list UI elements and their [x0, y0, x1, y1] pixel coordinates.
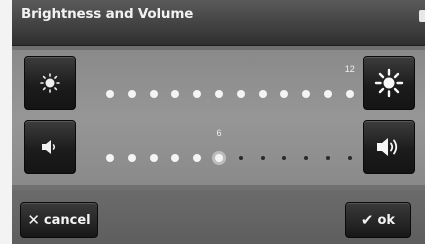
slider-step-dot[interactable] — [347, 156, 352, 160]
brightness-low-icon — [40, 73, 60, 93]
settings-panel: 12 6 — [12, 50, 425, 185]
brightness-level-label: 12 — [344, 64, 355, 74]
slider-step-dot[interactable] — [258, 90, 267, 98]
slider-step-dot[interactable] — [171, 154, 180, 162]
slider-step-dot[interactable] — [282, 156, 287, 160]
slider-step-dot[interactable] — [215, 154, 223, 162]
slider-step-dot[interactable] — [326, 156, 330, 160]
speaker-low-icon — [42, 140, 56, 154]
volume-slider[interactable]: 6 — [102, 120, 369, 174]
ok-button[interactable]: ✔ ok — [345, 202, 411, 238]
volume-level-label: 6 — [216, 128, 222, 138]
brightness-increase-button[interactable] — [363, 56, 415, 110]
slider-step-dot[interactable] — [193, 154, 202, 162]
volume-decrease-button[interactable] — [24, 120, 76, 174]
title-bar: Brightness and Volume — [12, 0, 425, 46]
ok-label: ok — [377, 212, 396, 228]
x-icon: ✕ — [27, 211, 40, 229]
corner-mark — [419, 10, 425, 22]
action-bar: ✕ cancel ✔ ok — [12, 190, 425, 244]
slider-step-dot[interactable] — [280, 90, 289, 98]
cancel-label: cancel — [43, 212, 91, 228]
cancel-button[interactable]: ✕ cancel — [20, 202, 98, 238]
slider-step-dot[interactable] — [236, 90, 245, 98]
brightness-row: 12 — [24, 56, 415, 110]
slider-step-dot[interactable] — [127, 154, 136, 162]
brightness-decrease-button[interactable] — [24, 56, 76, 110]
slider-step-dot[interactable] — [149, 154, 158, 162]
slider-step-dot[interactable] — [106, 154, 114, 162]
slider-step-dot[interactable] — [304, 156, 309, 160]
slider-step-dot[interactable] — [324, 90, 332, 98]
volume-increase-button[interactable] — [363, 120, 415, 174]
slider-step-dot[interactable] — [149, 90, 158, 98]
slider-step-dot[interactable] — [215, 90, 223, 98]
slider-step-dot[interactable] — [171, 90, 180, 98]
dialog-title: Brightness and Volume — [21, 6, 194, 22]
slider-step-dot[interactable] — [127, 90, 136, 98]
speaker-high-icon — [377, 138, 398, 156]
slider-step-dot[interactable] — [260, 156, 265, 160]
slider-step-dot[interactable] — [238, 156, 243, 160]
volume-row: 6 — [24, 120, 415, 174]
slider-step-dot[interactable] — [106, 90, 114, 98]
slider-step-dot[interactable] — [345, 90, 354, 98]
checkmark-icon: ✔ — [360, 211, 374, 229]
brightness-slider[interactable]: 12 — [102, 56, 369, 110]
slider-step-dot[interactable] — [193, 90, 202, 98]
brightness-high-icon — [374, 68, 404, 98]
brightness-volume-dialog: Brightness and Volume 12 6 ✕ cancel ✔ ok — [12, 0, 425, 244]
slider-step-dot[interactable] — [302, 90, 311, 98]
